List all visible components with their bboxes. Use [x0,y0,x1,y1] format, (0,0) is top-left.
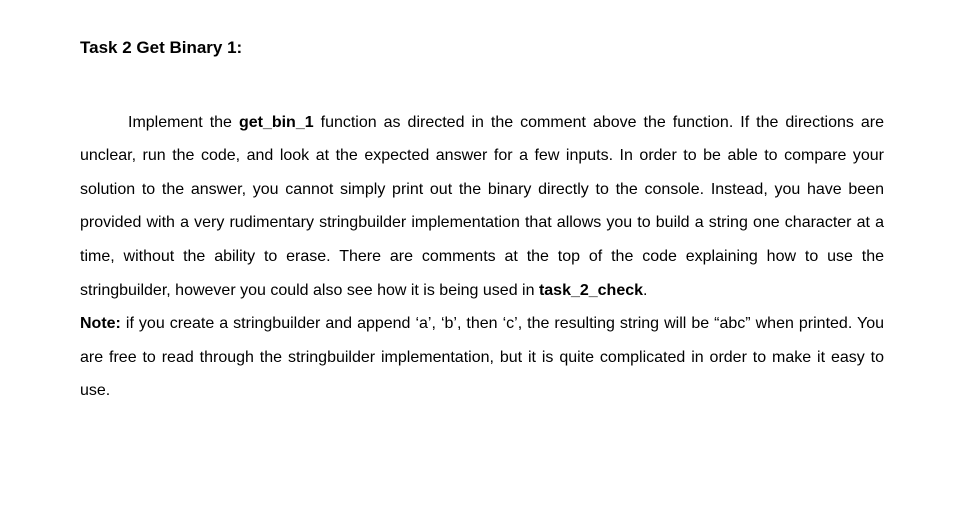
p1-text-a: Implement the [128,114,239,131]
task-title: Task 2 Get Binary 1: [80,30,884,66]
p1-text-b: function as directed in the comment abov… [80,114,884,299]
check-function-name: task_2_check [539,282,643,299]
p1-text-c: . [643,282,647,299]
task-paragraph-1: Implement the get_bin_1 function as dire… [80,106,884,308]
note-body: if you create a stringbuilder and append… [80,315,884,399]
task-note: Note: if you create a stringbuilder and … [80,307,884,408]
note-label: Note: [80,315,121,332]
function-name: get_bin_1 [239,114,314,131]
